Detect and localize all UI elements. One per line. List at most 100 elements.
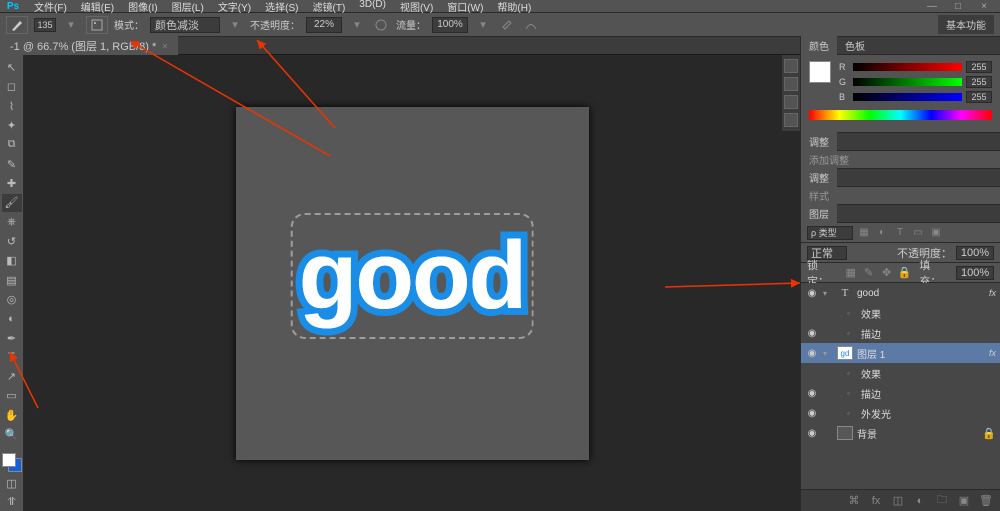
dock-properties-icon[interactable] — [784, 95, 798, 109]
heal-tool[interactable]: ✚ — [2, 175, 22, 192]
r-value[interactable]: 255 — [966, 61, 992, 73]
close-tab-icon[interactable]: × — [162, 41, 167, 51]
layer-thumbnail[interactable]: gd — [837, 346, 853, 360]
layer-effects-header[interactable]: ◦ 效果 — [801, 303, 1000, 323]
visibility-icon[interactable]: ◉ — [805, 408, 819, 419]
history-brush-tool[interactable]: ↺ — [2, 233, 22, 250]
layer-effects-header[interactable]: ◦ 效果 — [801, 363, 1000, 383]
canvas-workspace[interactable]: good — [24, 55, 800, 511]
lock-all-icon[interactable]: 🔒 — [898, 266, 912, 279]
g-slider[interactable] — [853, 78, 962, 86]
layer-name[interactable]: good — [857, 288, 985, 299]
hand-tool[interactable]: ✋ — [2, 407, 22, 424]
path-tool[interactable]: ↗ — [2, 368, 22, 385]
new-layer-icon[interactable]: ▣ — [956, 494, 972, 507]
fx-badge[interactable]: fx — [989, 288, 996, 298]
close-button[interactable]: × — [972, 1, 996, 12]
color-swatches[interactable] — [2, 453, 22, 472]
tab-color[interactable]: 颜色 — [801, 36, 837, 55]
layer-effect-outerglow[interactable]: ◉ ◦ 外发光 — [801, 403, 1000, 423]
brush-preset-picker[interactable]: ▾ — [62, 17, 80, 33]
layer-effect-stroke[interactable]: ◉ ◦ 描边 — [801, 383, 1000, 403]
eyedropper-tool[interactable]: ✎ — [2, 156, 22, 173]
layer-mask-icon[interactable]: ◫ — [890, 494, 906, 507]
menu-image[interactable]: 图像(I) — [122, 0, 163, 14]
g-value[interactable]: 255 — [966, 76, 992, 88]
dock-history-icon[interactable] — [784, 59, 798, 73]
stamp-tool[interactable]: ⎈ — [2, 214, 22, 231]
document-tab[interactable]: -1 @ 66.7% (图层 1, RGB/8) * × — [0, 36, 178, 56]
eraser-tool[interactable]: ◧ — [2, 252, 22, 269]
dock-char-icon[interactable] — [784, 113, 798, 127]
lasso-tool[interactable]: ⌇ — [2, 98, 22, 115]
layer-effect-stroke[interactable]: ◉ ◦ 描边 — [801, 323, 1000, 343]
pressure-size-icon[interactable] — [522, 17, 540, 33]
layer-name[interactable]: 背景 — [857, 426, 978, 441]
r-slider[interactable] — [853, 63, 962, 71]
brush-tool-icon[interactable] — [6, 16, 28, 34]
twirl-icon[interactable]: ▾ — [823, 289, 833, 298]
filter-adjust-icon[interactable]: ◐ — [875, 226, 889, 240]
lock-paint-icon[interactable]: ✎ — [862, 266, 876, 279]
menu-help[interactable]: 帮助(H) — [491, 0, 537, 14]
brush-size-value[interactable]: 135 — [34, 18, 56, 32]
type-tool[interactable]: T — [2, 349, 22, 366]
twirl-icon[interactable]: ◦ — [847, 309, 857, 318]
layer-row-layer1[interactable]: ◉ ▾ gd 图层 1 fx — [801, 343, 1000, 363]
pressure-opacity-icon[interactable] — [372, 17, 390, 33]
opacity-chevron-icon[interactable]: ▾ — [348, 17, 366, 33]
menu-select[interactable]: 选择(S) — [259, 0, 304, 14]
visibility-icon[interactable]: ◉ — [805, 388, 819, 399]
gradient-tool[interactable]: ▤ — [2, 271, 22, 288]
adjustment-layer-icon[interactable]: ◐ — [912, 495, 928, 507]
workspace-switcher[interactable]: 基本功能 — [938, 15, 994, 34]
tab-swatches[interactable]: 色板 — [837, 36, 873, 55]
b-slider[interactable] — [853, 93, 962, 101]
color-panel-swatch[interactable] — [809, 61, 831, 83]
brush-panel-icon[interactable] — [86, 16, 108, 34]
wand-tool[interactable]: ✦ — [2, 117, 22, 134]
layer-opacity-value[interactable]: 100% — [956, 246, 994, 260]
twirl-icon[interactable]: ▾ — [823, 349, 833, 358]
airbrush-icon[interactable] — [498, 17, 516, 33]
menu-layer[interactable]: 图层(L) — [166, 0, 210, 14]
layer-thumbnail[interactable] — [837, 426, 853, 440]
menu-file[interactable]: 文件(F) — [28, 0, 73, 14]
layer-name[interactable]: 图层 1 — [857, 346, 985, 361]
opacity-input[interactable]: 22% — [306, 17, 342, 33]
menu-edit[interactable]: 编辑(E) — [75, 0, 120, 14]
layer-row-background[interactable]: ◉ 背景 🔒 — [801, 423, 1000, 443]
menu-window[interactable]: 窗口(W) — [441, 0, 489, 14]
shape-tool[interactable]: ▭ — [2, 387, 22, 404]
marquee-tool[interactable]: ◻ — [2, 78, 22, 95]
minimize-button[interactable]: — — [920, 1, 944, 12]
blur-tool[interactable]: ◎ — [2, 291, 22, 308]
maximize-button[interactable]: □ — [946, 1, 970, 12]
visibility-icon[interactable]: ◉ — [805, 428, 819, 439]
delete-layer-icon[interactable]: 🗑 — [978, 494, 994, 507]
visibility-icon[interactable]: ◉ — [805, 348, 819, 359]
dock-actions-icon[interactable] — [784, 77, 798, 91]
menu-3d[interactable]: 3D(D) — [353, 0, 392, 14]
tab-layers[interactable]: 图层 — [801, 204, 837, 223]
layer-filter-select[interactable]: ρ 类型 — [807, 226, 853, 240]
pen-tool[interactable]: ✒ — [2, 329, 22, 346]
filter-shape-icon[interactable]: ▭ — [911, 226, 925, 240]
lock-trans-icon[interactable]: ▦ — [844, 266, 858, 279]
lock-pos-icon[interactable]: ✥ — [880, 266, 894, 279]
color-spectrum[interactable] — [809, 110, 992, 120]
document-canvas[interactable]: good — [236, 107, 589, 460]
foreground-color-swatch[interactable] — [2, 453, 16, 467]
filter-type-icon[interactable]: T — [893, 226, 907, 240]
blend-mode-select[interactable]: 颜色减淡 — [150, 17, 220, 33]
tab-adjust[interactable]: 调整 — [801, 132, 837, 151]
fill-value[interactable]: 100% — [956, 266, 994, 280]
canvas-text-object[interactable]: good — [299, 221, 526, 331]
filter-pixel-icon[interactable]: ▦ — [857, 226, 871, 240]
group-icon[interactable]: 🗀 — [934, 491, 950, 510]
tab-style[interactable]: 调整 — [801, 168, 837, 187]
crop-tool[interactable]: ⧉ — [2, 136, 22, 153]
screenmode-tool[interactable]: ⥣ — [2, 494, 22, 511]
menu-type[interactable]: 文字(Y) — [212, 0, 257, 14]
dodge-tool[interactable]: ◐ — [2, 310, 22, 327]
